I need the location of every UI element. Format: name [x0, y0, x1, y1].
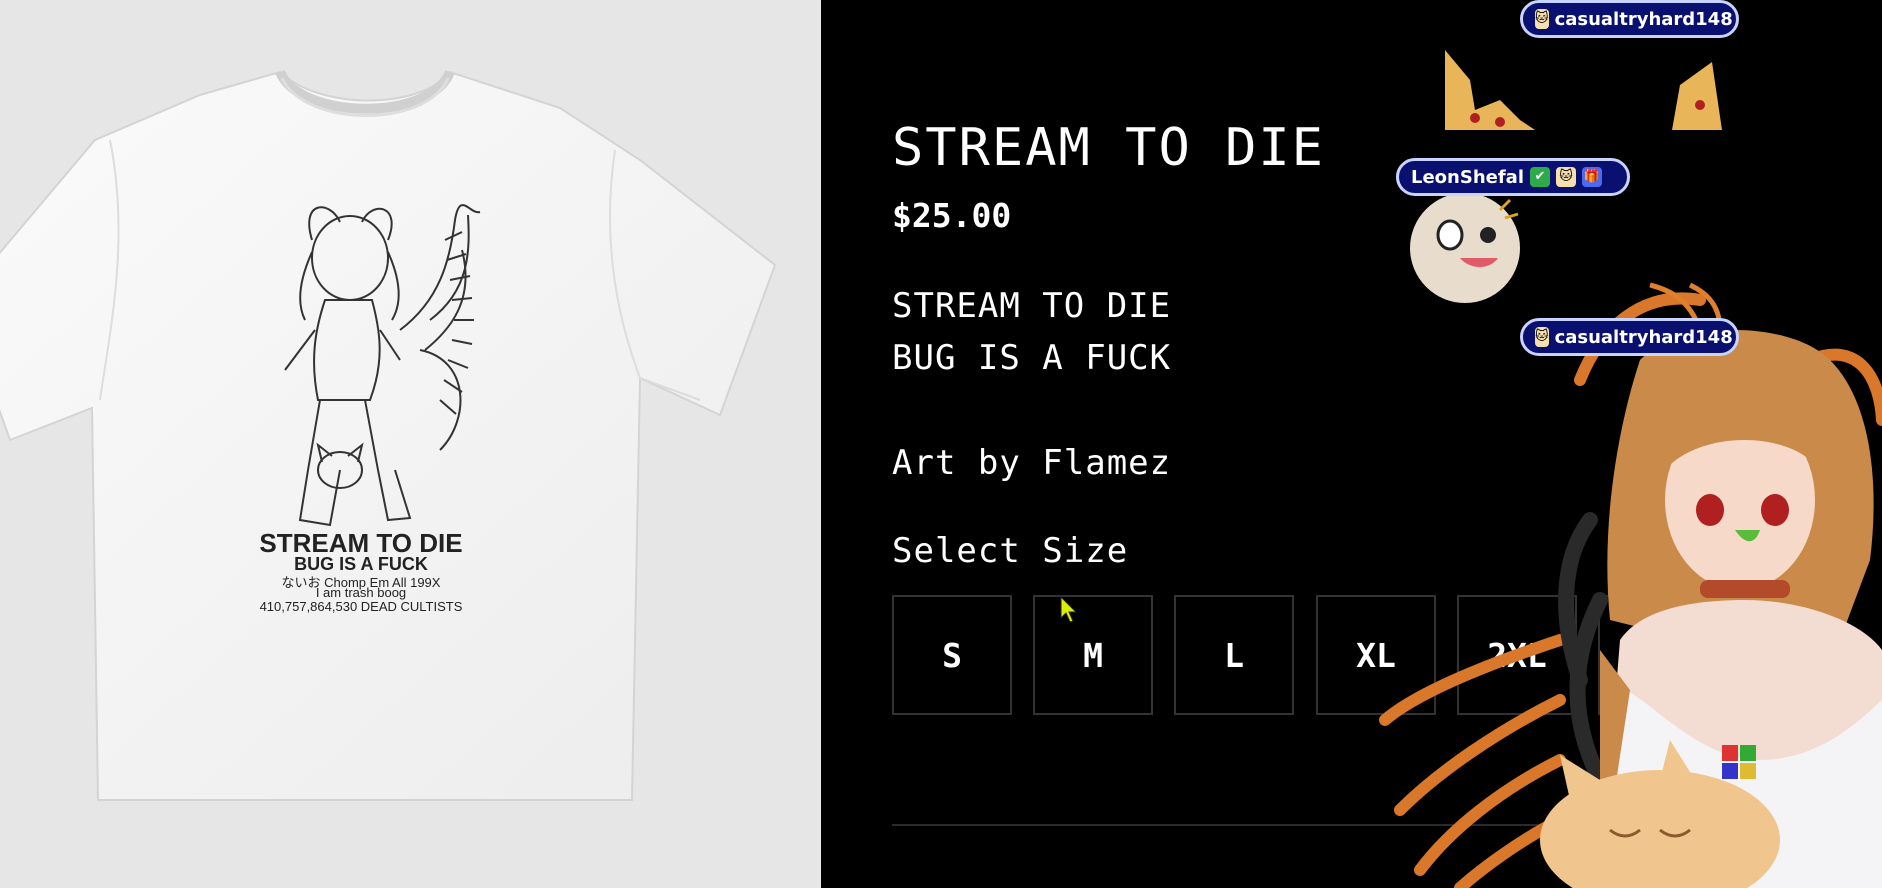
chat-username: casualtryhard148 — [1554, 326, 1733, 348]
size-option-l[interactable]: L — [1174, 595, 1294, 715]
chat-username-badge: 🐱 casualtryhard148 — [1520, 318, 1739, 356]
chat-username-badge: 🐱 casualtryhard148 — [1520, 0, 1739, 38]
chat-username: LeonShefal — [1411, 166, 1524, 188]
artist-credit: Art by Flamez — [892, 443, 1172, 483]
product-description-line2: BUG IS A FUCK — [892, 338, 1172, 378]
section-divider — [892, 824, 1652, 826]
product-image: STREAM TO DIE BUG IS A FUCK ないお Chomp Em… — [0, 0, 821, 888]
product-description-line1: STREAM TO DIE — [892, 286, 1172, 326]
cat-badge-icon: 🐱 — [1535, 327, 1549, 347]
size-option-xl[interactable]: XL — [1316, 595, 1436, 715]
product-title: STREAM TO DIE — [892, 118, 1325, 178]
chat-username-badge: LeonShefal ✔ 🐱 🎁 — [1396, 158, 1630, 196]
cat-badge-icon: 🐱 — [1556, 167, 1576, 187]
product-details: STREAM TO DIE $25.00 STREAM TO DIE BUG I… — [821, 0, 1882, 888]
gift-badge-icon: 🎁 — [1582, 167, 1602, 187]
size-option-2xl[interactable]: 2XL — [1457, 595, 1577, 715]
cat-badge-icon: 🐱 — [1535, 9, 1549, 29]
select-size-label: Select Size — [892, 531, 1129, 571]
size-option-s[interactable]: S — [892, 595, 1012, 715]
size-option-m[interactable]: M — [1033, 595, 1153, 715]
chat-username: casualtryhard148 — [1554, 8, 1733, 30]
product-price: $25.00 — [892, 196, 1012, 235]
size-option-hidden[interactable] — [1598, 595, 1718, 715]
checkmark-badge-icon: ✔ — [1530, 167, 1550, 187]
shirt-print-line4: I am trash boog — [315, 585, 407, 600]
tshirt-graphic — [0, 69, 777, 801]
shirt-print-line5: 410,757,864,530 DEAD CULTISTS — [259, 599, 463, 614]
mouse-cursor-icon — [1060, 596, 1078, 623]
